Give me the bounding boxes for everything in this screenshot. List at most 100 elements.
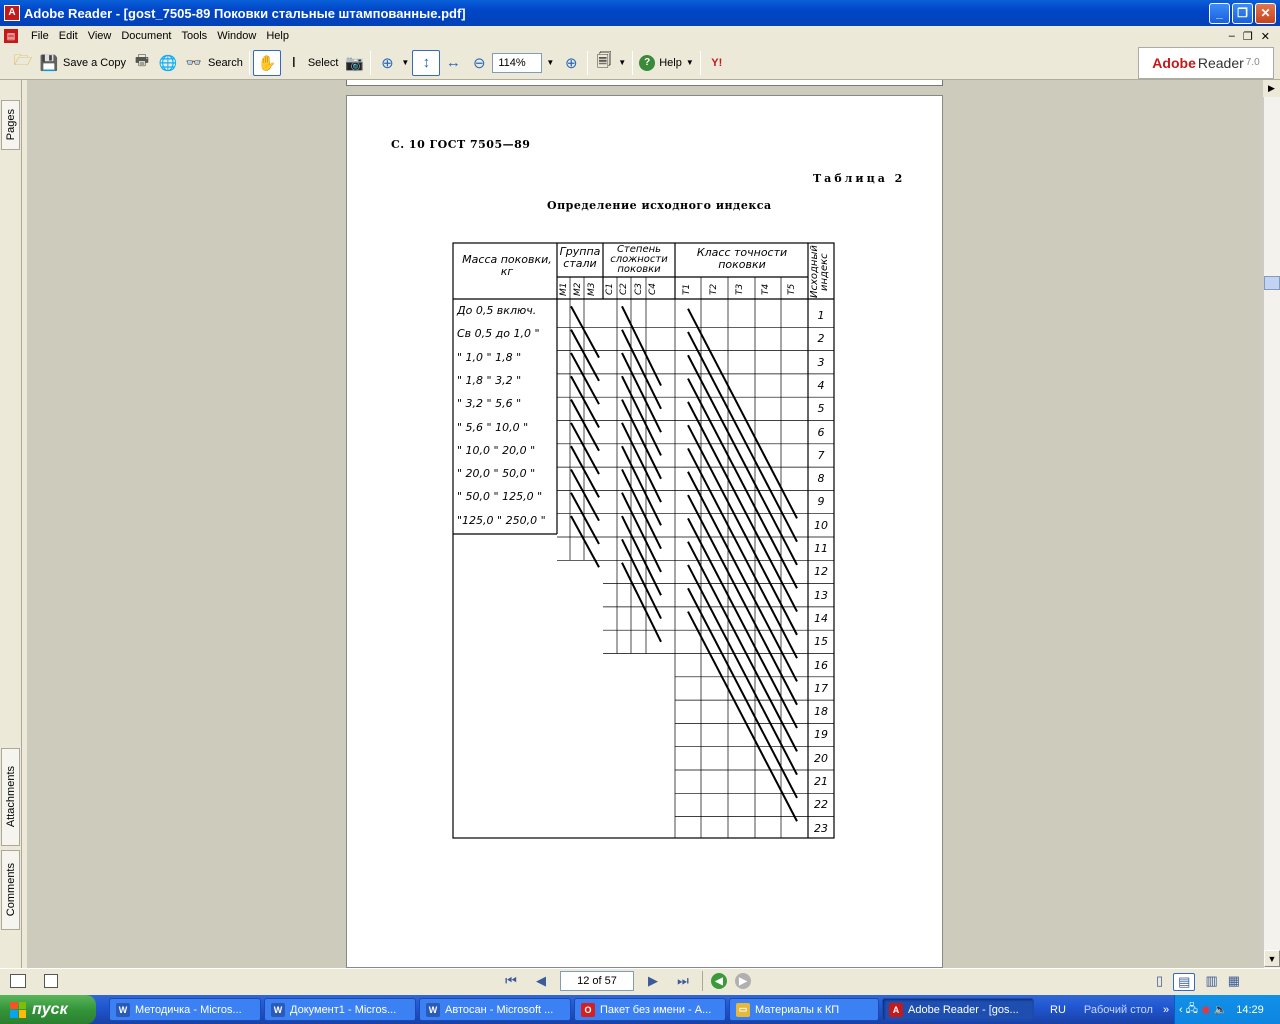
index-value: 1 xyxy=(817,309,825,322)
menu-window[interactable]: Window xyxy=(212,30,261,42)
taskbar-button[interactable]: W Автосан - Microsoft ... xyxy=(419,998,571,1021)
taskbar-button[interactable]: A Adobe Reader - [gos... xyxy=(882,998,1034,1021)
taskbar-button-label: Материалы к КП xyxy=(755,1003,840,1016)
facing-icon[interactable]: ▥ xyxy=(1205,973,1217,991)
pane-splitter[interactable] xyxy=(22,80,27,968)
complexity-header: Степень сложности поковки xyxy=(610,244,668,275)
binoculars-icon: 👓 xyxy=(185,54,203,70)
next-page-button[interactable]: ▶ xyxy=(642,971,664,991)
doc-minimize-button[interactable]: – xyxy=(1229,30,1235,43)
save-copy-button[interactable]: 💾 Save a Copy xyxy=(36,50,129,76)
index-value: 10 xyxy=(814,518,828,532)
continuous-facing-icon[interactable]: ▦ xyxy=(1228,973,1240,991)
zoom-in-tool-icon[interactable]: ⊕ xyxy=(377,53,397,73)
network-icon[interactable]: 🖧 xyxy=(1186,1000,1198,1019)
adobe-reader-logo: Adobe Reader 7.0 xyxy=(1138,46,1274,79)
acrobat-icon: A xyxy=(889,1002,903,1017)
go-forward-icon[interactable]: ▶ xyxy=(735,973,751,989)
page-number-field[interactable]: 12 of 57 xyxy=(560,971,634,991)
antivirus-icon[interactable]: ◉ xyxy=(1201,1003,1211,1016)
taskbar-button[interactable]: W Документ1 - Micros... xyxy=(264,998,416,1021)
volume-icon[interactable]: 🔈 xyxy=(1214,1003,1228,1016)
tray-expand-icon[interactable]: ‹ xyxy=(1179,1004,1183,1016)
index-value: 5 xyxy=(817,402,825,416)
toolbar-chevron-icon[interactable]: » xyxy=(1163,1004,1169,1016)
index-value: 21 xyxy=(814,775,828,788)
toolbar: 🗁 💾 Save a Copy 🖶 🌐 👓 Search ✋ I Select … xyxy=(0,46,1280,80)
menu-edit[interactable]: Edit xyxy=(54,30,83,42)
tab-comments[interactable]: Comments xyxy=(1,850,20,930)
clock: 14:29 xyxy=(1236,1003,1264,1016)
diagonal-line xyxy=(570,468,600,522)
fit-width-icon[interactable]: ↔ xyxy=(443,53,463,73)
scroll-thumb[interactable] xyxy=(1264,276,1280,290)
start-button[interactable]: пуск xyxy=(0,995,96,1024)
previous-page-button[interactable]: ◀ xyxy=(530,971,552,991)
zoom-dropdown-icon[interactable]: ▼ xyxy=(546,58,554,67)
menu-view[interactable]: View xyxy=(83,30,117,42)
taskbar-button[interactable]: O Пакет без имени - А... xyxy=(574,998,726,1021)
index-value: 4 xyxy=(817,378,825,392)
open-folder-icon[interactable]: 🗁 xyxy=(13,52,33,73)
email-icon[interactable]: 🌐 xyxy=(158,53,178,73)
close-button[interactable]: ✕ xyxy=(1255,2,1276,24)
accuracy-class-subheader: T5 xyxy=(787,283,797,295)
zoom-out-icon[interactable]: ⊖ xyxy=(469,53,489,73)
desktop-toolbar[interactable]: Рабочий стол xyxy=(1084,1004,1153,1016)
folder-icon: ▭ xyxy=(736,1002,750,1017)
menu-document[interactable]: Document xyxy=(116,30,176,42)
fit-page-icon[interactable]: ↕ xyxy=(416,53,436,73)
nav-pane-toggle-icon[interactable] xyxy=(10,974,26,988)
diagonal-line xyxy=(570,422,600,475)
window-title: Adobe Reader - [gost_7505-89 Поковки ста… xyxy=(24,5,466,21)
page-layout-icon[interactable]: 🗐 xyxy=(594,52,614,73)
mass-row-label: До 0,5 включ. xyxy=(457,304,537,317)
continuous-icon[interactable]: ▤ xyxy=(1173,973,1196,991)
first-page-button[interactable]: ⏮ xyxy=(500,971,522,991)
menu-tools[interactable]: Tools xyxy=(177,30,213,42)
help-button[interactable]: ? Help ▼ xyxy=(636,50,697,76)
accuracy-class-subheader: T3 xyxy=(735,283,745,295)
vertical-scrollbar[interactable]: ▲ ▼ xyxy=(1263,80,1280,968)
index-value: 16 xyxy=(814,658,828,672)
taskbar-button-label: Автосан - Microsoft ... xyxy=(445,1003,554,1016)
mass-row-label: "125,0 " 250,0 " xyxy=(457,513,546,527)
index-value: 2 xyxy=(817,332,825,346)
document-icon[interactable]: ▤ xyxy=(4,29,18,43)
index-value: 14 xyxy=(814,611,828,625)
taskbar-button[interactable]: ▭ Материалы к КП xyxy=(729,998,879,1021)
mass-row-label: " 10,0 " 20,0 " xyxy=(457,443,536,457)
printer-icon[interactable]: 🖶 xyxy=(132,52,152,73)
search-button[interactable]: 👓 Search xyxy=(181,50,246,76)
minimize-button[interactable]: _ xyxy=(1209,2,1230,24)
taskbar-button[interactable]: W Методичка - Micros... xyxy=(109,998,261,1021)
options-arrow-icon[interactable]: ▶ xyxy=(1263,80,1280,97)
complexity-subheader: C4 xyxy=(648,283,658,296)
scroll-down-button[interactable]: ▼ xyxy=(1264,950,1280,967)
menu-file[interactable]: File xyxy=(26,30,54,42)
hand-tool-button[interactable]: ✋ xyxy=(252,49,281,76)
tab-pages[interactable]: Pages xyxy=(1,100,20,150)
index-value: 13 xyxy=(814,588,828,602)
system-tray: ‹ 🖧 ◉ 🔈 14:29 xyxy=(1174,995,1280,1024)
select-tool-button[interactable]: I Select xyxy=(281,50,342,76)
yahoo-icon[interactable]: Y! xyxy=(707,53,727,73)
single-page-icon[interactable]: ▯ xyxy=(1156,973,1163,991)
index-value: 17 xyxy=(814,681,828,695)
zoom-level-field[interactable]: 114% xyxy=(492,52,543,73)
restore-button[interactable]: ❐ xyxy=(1232,2,1253,24)
page-thumb-icon[interactable] xyxy=(44,974,58,988)
menu-help[interactable]: Help xyxy=(261,30,294,42)
language-indicator[interactable]: RU xyxy=(1050,1004,1066,1016)
snapshot-camera-icon[interactable]: 📷 xyxy=(344,53,364,73)
go-back-icon[interactable]: ◀ xyxy=(711,973,727,989)
tab-attachments[interactable]: Attachments xyxy=(1,748,20,846)
select-label: Select xyxy=(307,56,339,69)
doc-restore-button[interactable]: ❐ xyxy=(1243,30,1253,43)
menu-bar: ▤ File Edit View Document Tools Window H… xyxy=(0,26,1280,46)
doc-close-button[interactable]: ✕ xyxy=(1261,30,1270,43)
mass-row-label: " 50,0 " 125,0 " xyxy=(457,490,543,504)
index-value: 11 xyxy=(814,542,828,555)
zoom-in-icon[interactable]: ⊕ xyxy=(561,53,581,73)
last-page-button[interactable]: ⏭ xyxy=(672,971,694,991)
